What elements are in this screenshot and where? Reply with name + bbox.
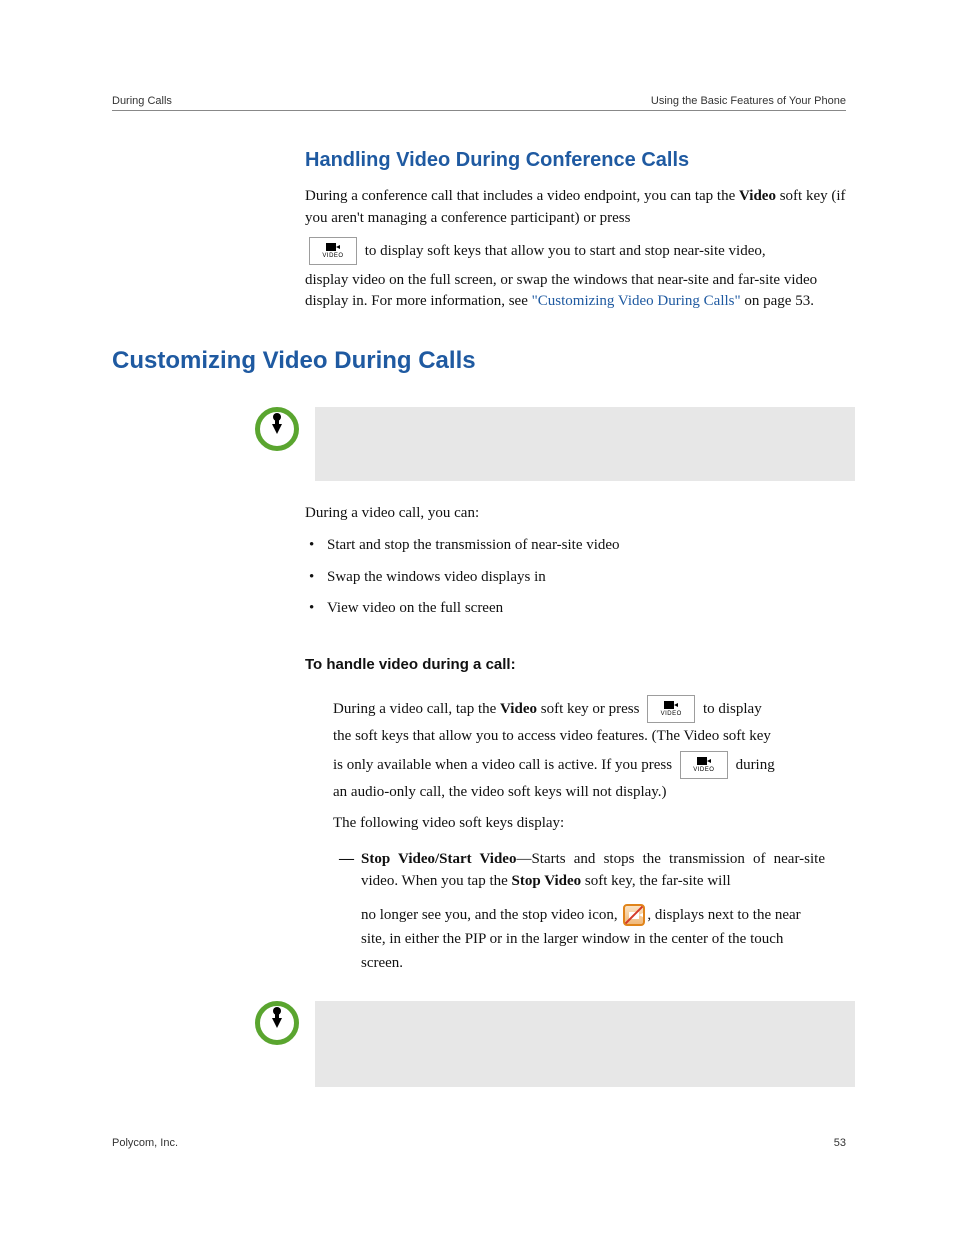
page: During Calls Using the Basic Features of… (0, 0, 954, 1235)
page-footer: Polycom, Inc. 53 (112, 1137, 846, 1149)
text: is only available when a video call is a… (333, 757, 676, 773)
sec1-para2-row: VIDEO to display soft keys that allow yo… (305, 236, 853, 266)
note-body (315, 407, 855, 481)
text: During a conference call that includes a… (305, 188, 739, 204)
text: on page 53. (741, 293, 814, 309)
link-customizing-video[interactable]: "Customizing Video During Calls" (532, 293, 741, 309)
note-callout-2 (255, 1001, 855, 1087)
list-item: Swap the windows video displays in (327, 567, 853, 589)
text: to display soft keys that allow you to s… (361, 243, 766, 259)
text-bold: Video (500, 701, 537, 717)
video-key-label: VIDEO (648, 708, 694, 720)
subheading-handle-video: To handle video during a call: (305, 654, 853, 676)
text: soft key, the far-site will (581, 873, 731, 889)
note-icon (255, 1001, 299, 1045)
text: to display (699, 701, 762, 717)
note-body (315, 1001, 855, 1087)
sec2-step-row5: The following video soft keys display: (305, 813, 825, 835)
sec2-bullet-list: Start and stop the transmission of near-… (305, 535, 853, 620)
header-right: Using the Basic Features of Your Phone (651, 95, 846, 107)
text: during (732, 757, 775, 773)
heading-customizing-video: Customizing Video During Calls (112, 347, 846, 375)
note-callout-1 (255, 407, 855, 481)
text-bold: Stop Video (512, 873, 582, 889)
text-bold: Stop Video/Start Video (361, 851, 516, 867)
list-item: Start and stop the transmission of near-… (327, 535, 853, 557)
sec2-step-row2: the soft keys that allow you to access v… (305, 726, 825, 748)
text: During a video call, tap the (333, 701, 500, 717)
sec2-step-row4: an audio-only call, the video soft keys … (305, 782, 825, 804)
sec1-para1: During a conference call that includes a… (305, 186, 853, 230)
header-left: During Calls (112, 95, 172, 107)
page-header: During Calls Using the Basic Features of… (112, 95, 846, 111)
text-bold: Video (739, 188, 776, 204)
video-key-label: VIDEO (681, 764, 727, 776)
dash-item-stop-video: — Stop Video/Start Video—Starts and stop… (333, 849, 825, 975)
sec1-para3: display video on the full screen, or swa… (305, 270, 853, 314)
video-hardkey-icon: VIDEO (647, 695, 695, 723)
note-icon (255, 407, 299, 451)
text: no longer see you, and the stop video ic… (361, 907, 621, 923)
dash-item-continuation: no longer see you, and the stop video ic… (361, 903, 825, 975)
dash-marker: — (339, 849, 354, 871)
sec2-step-row1: During a video call, tap the Video soft … (305, 694, 825, 724)
video-hardkey-icon: VIDEO (309, 237, 357, 265)
stop-video-icon (623, 904, 645, 926)
sec2-step-row3: is only available when a video call is a… (305, 750, 825, 780)
list-item: View video on the full screen (327, 598, 853, 620)
footer-left: Polycom, Inc. (112, 1137, 178, 1149)
footer-page-number: 53 (834, 1137, 846, 1149)
sec2-dash-container: — Stop Video/Start Video—Starts and stop… (305, 849, 825, 975)
sec2-intro: During a video call, you can: (305, 503, 853, 525)
text: soft key or press (537, 701, 643, 717)
video-key-label: VIDEO (310, 250, 356, 262)
video-hardkey-icon: VIDEO (680, 751, 728, 779)
heading-handling-video: Handling Video During Conference Calls (305, 149, 846, 172)
